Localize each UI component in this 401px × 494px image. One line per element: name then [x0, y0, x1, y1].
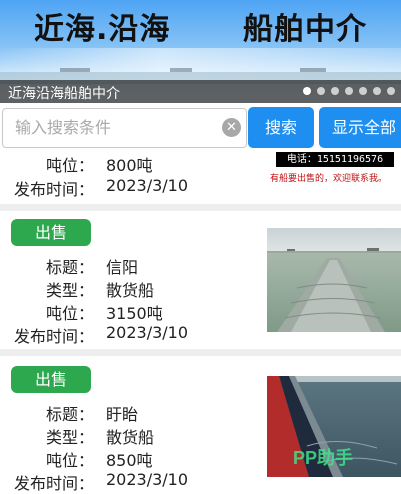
show-all-button[interactable]: 显示全部: [319, 107, 401, 148]
tonnage-value: 3150吨: [106, 304, 163, 323]
banner-caption: 近海沿海船舶中介: [8, 86, 120, 102]
banner-carousel[interactable]: 近海.沿海 船舶中介 近海沿海船舶中介: [0, 0, 401, 103]
published-label: 发布时间：: [13, 474, 94, 493]
carousel-dot-active[interactable]: [303, 87, 311, 95]
title-value: 盱眙: [106, 405, 139, 424]
published-value: 2023/3/10: [106, 323, 189, 342]
tonnage-label: 吨位：: [45, 304, 94, 323]
contact-phone: 电话：15151196576: [276, 152, 394, 167]
search-input[interactable]: [13, 117, 217, 138]
banner-ship: [300, 68, 326, 72]
tonnage-label: 吨位：: [45, 451, 94, 470]
divider: [0, 349, 401, 356]
banner-title-left: 近海.沿海: [34, 12, 171, 47]
type-value: 散货船: [106, 428, 155, 447]
published-label: 发布时间：: [13, 180, 94, 199]
type-label: 类型：: [45, 428, 94, 447]
carousel-dot[interactable]: [317, 87, 325, 95]
carousel-dot[interactable]: [387, 87, 395, 95]
banner-caption-bar: 近海沿海船舶中介: [0, 80, 401, 103]
sale-badge: 出售: [11, 366, 91, 393]
tonnage-label: 吨位：: [45, 156, 94, 175]
published-value: 2023/3/10: [106, 176, 189, 195]
watermark-text: PP助手: [293, 447, 353, 468]
carousel-dot[interactable]: [331, 87, 339, 95]
ship-photo-image: [267, 228, 401, 332]
divider: [0, 204, 401, 211]
tonnage-value: 850吨: [106, 451, 153, 470]
carousel-dot[interactable]: [359, 87, 367, 95]
title-label: 标题：: [45, 258, 94, 277]
search-box[interactable]: ✕: [2, 108, 247, 148]
ship-photo-image: PP助手: [267, 376, 401, 477]
banner-title-right: 船舶中介: [243, 12, 367, 47]
published-value: 2023/3/10: [106, 470, 189, 489]
ship-photo[interactable]: [267, 228, 401, 332]
ship-photo[interactable]: PP助手: [267, 376, 401, 477]
carousel-indicator: [303, 87, 395, 95]
published-label: 发布时间：: [13, 327, 94, 346]
tonnage-value: 800吨: [106, 156, 153, 175]
promo-text: 有船要出售的，欢迎联系我。: [270, 174, 388, 184]
carousel-dot[interactable]: [373, 87, 381, 95]
search-button[interactable]: 搜索: [248, 107, 314, 148]
clear-icon[interactable]: ✕: [222, 118, 241, 137]
banner-ship: [170, 68, 192, 72]
sale-badge: 出售: [11, 219, 91, 246]
banner-ship: [60, 68, 90, 72]
type-value: 散货船: [106, 281, 155, 300]
title-value: 信阳: [106, 258, 139, 277]
carousel-dot[interactable]: [345, 87, 353, 95]
type-label: 类型：: [45, 281, 94, 300]
title-label: 标题：: [45, 405, 94, 424]
